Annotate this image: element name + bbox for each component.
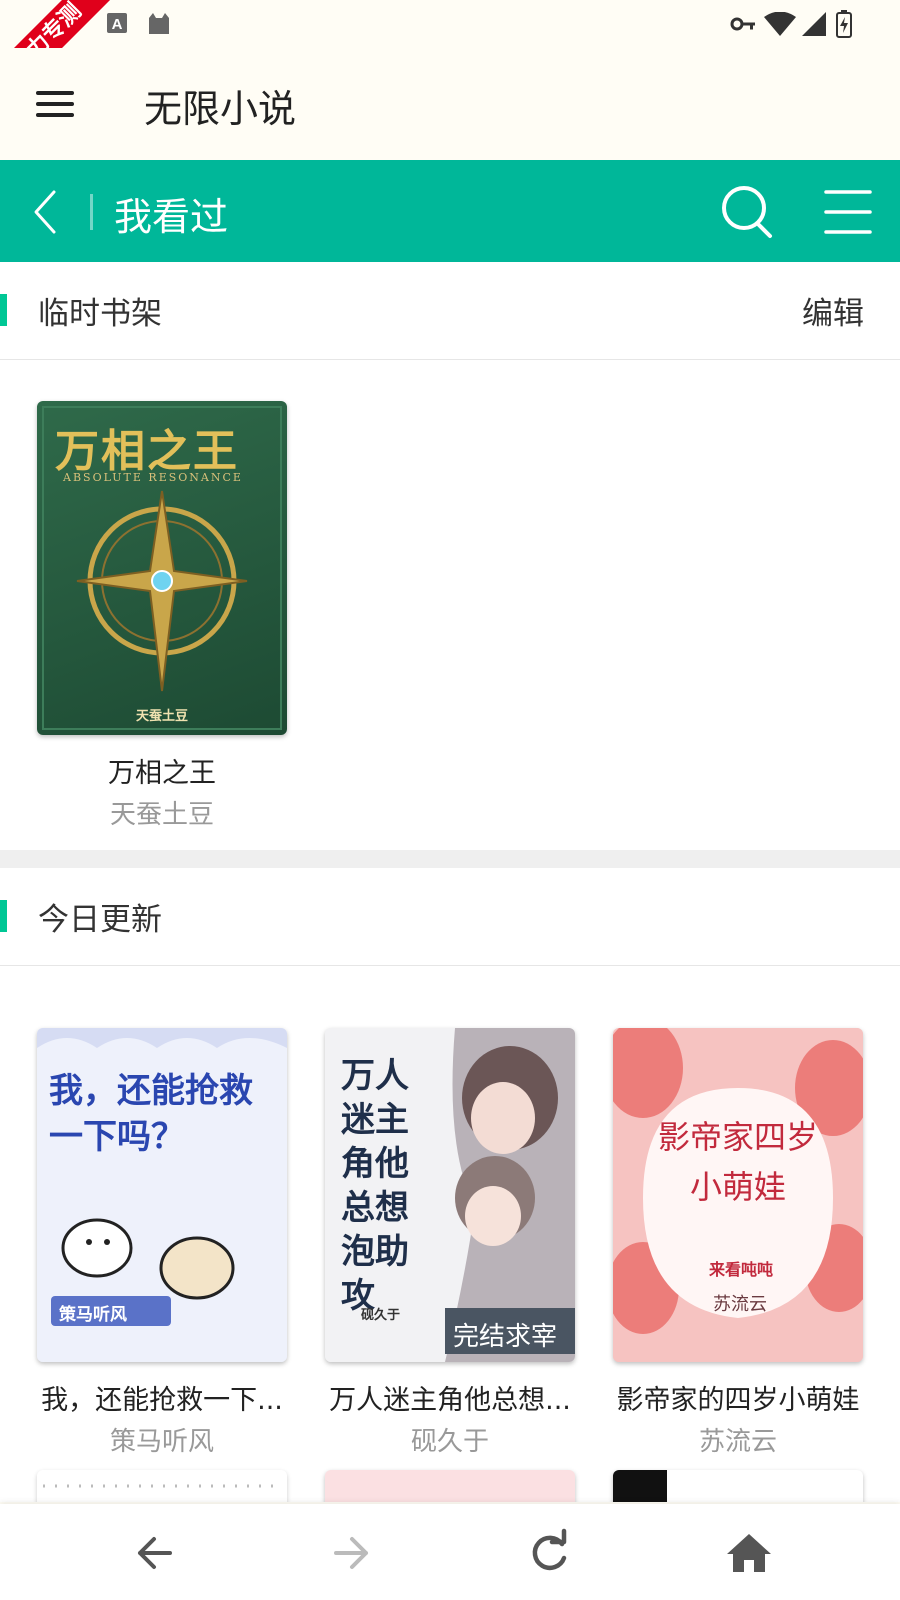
cover-title: 万相之王 bbox=[55, 426, 239, 477]
book-cover[interactable]: 影帝家四岁小萌娃 来看吨吨 苏流云 bbox=[613, 1028, 863, 1362]
cover-title: 万人迷主角他总想泡助攻 bbox=[341, 1056, 409, 1316]
cover-title: 我，还能抢救一下吗？ bbox=[49, 1071, 253, 1157]
battery-icon bbox=[836, 10, 852, 38]
update-book-card[interactable]: 我，还能抢救一下吗？ 策马听风 我，还能抢救一下... 策马听风 bbox=[37, 1028, 287, 1468]
book-cover[interactable]: 万人迷主角他总想泡助攻 完结求宰 砚久于 bbox=[325, 1028, 575, 1362]
home-button[interactable] bbox=[724, 1528, 774, 1578]
update-book-card[interactable]: 影帝家四岁小萌娃 来看吨吨 苏流云 影帝家的四岁小萌娃 苏流云 bbox=[613, 1028, 863, 1468]
today-updates-title: 今日更新 bbox=[38, 902, 162, 938]
temp-shelf-title: 临时书架 bbox=[38, 296, 162, 332]
arrow-right-icon bbox=[334, 1537, 368, 1569]
status-bar: A 圣力专测 bbox=[0, 0, 900, 112]
today-updates-header: 今日更新 bbox=[0, 868, 900, 966]
menu-icon bbox=[36, 91, 74, 95]
notification-a-icon: A bbox=[107, 13, 127, 33]
book-title[interactable]: 影帝家的四岁小萌娃 bbox=[613, 1378, 863, 1417]
forward-nav-button[interactable] bbox=[326, 1528, 376, 1578]
drawer-menu-button[interactable] bbox=[28, 78, 84, 128]
book-cover-partial[interactable] bbox=[37, 1470, 287, 1502]
book-cover[interactable]: 我，还能抢救一下吗？ 策马听风 bbox=[37, 1028, 287, 1362]
cover-art bbox=[43, 1484, 281, 1488]
cover-subtitle: ABSOLUTE RESONANCE bbox=[63, 471, 243, 484]
vpn-key-icon bbox=[730, 17, 755, 31]
book-author: 苏流云 bbox=[698, 1427, 777, 1457]
book-title[interactable]: 万相之王 bbox=[37, 751, 287, 790]
book-author: 天蚕土豆 bbox=[109, 800, 214, 830]
section-divider bbox=[0, 850, 900, 868]
update-book-card[interactable]: 万人迷主角他总想泡助攻 完结求宰 砚久于 万人迷主角他总想... 砚久于 bbox=[325, 1028, 575, 1468]
section-accent-bar bbox=[0, 900, 7, 932]
bottom-nav bbox=[0, 1504, 900, 1600]
nav-header: 我看过 bbox=[0, 160, 900, 262]
book-author: 砚久于 bbox=[410, 1427, 489, 1457]
app-title: 无限小说 bbox=[144, 87, 297, 131]
cover-author: 苏流云 bbox=[713, 1294, 767, 1315]
home-icon bbox=[727, 1534, 771, 1572]
shelf-book-card[interactable]: 万相之王 ABSOLUTE RESONANCE 天蚕土豆 万相之王 天蚕土豆 bbox=[37, 401, 287, 841]
app-bar: 无限小说 bbox=[0, 48, 900, 160]
refresh-icon bbox=[532, 1528, 567, 1571]
cover-title: 影帝家四岁小萌娃 bbox=[657, 1118, 818, 1206]
list-icon bbox=[824, 190, 872, 234]
back-nav-button[interactable] bbox=[130, 1528, 180, 1578]
svg-text:A: A bbox=[112, 16, 123, 33]
back-button[interactable] bbox=[22, 184, 78, 240]
edit-button[interactable]: 编辑 bbox=[802, 288, 864, 333]
signal-icon bbox=[802, 12, 826, 36]
temp-shelf-header: 临时书架 编辑 bbox=[0, 262, 900, 360]
menu-icon-line bbox=[36, 102, 74, 106]
book-cover[interactable]: 万相之王 ABSOLUTE RESONANCE 天蚕土豆 bbox=[37, 401, 287, 735]
list-menu-button[interactable] bbox=[820, 184, 878, 240]
cover-author: 天蚕土豆 bbox=[135, 709, 188, 724]
wifi-icon bbox=[764, 12, 796, 36]
page-title: 我看过 bbox=[114, 195, 229, 239]
arrow-left-icon bbox=[138, 1537, 172, 1569]
search-button[interactable] bbox=[718, 182, 776, 240]
cover-subtitle: 来看吨吨 bbox=[709, 1260, 774, 1279]
cat-icon bbox=[149, 13, 169, 34]
refresh-button[interactable] bbox=[524, 1528, 574, 1578]
book-cover-partial[interactable] bbox=[325, 1470, 575, 1502]
book-title[interactable]: 万人迷主角他总想... bbox=[325, 1378, 575, 1417]
search-icon bbox=[722, 186, 772, 238]
cover-art bbox=[613, 1470, 667, 1502]
cover-badge: 完结求宰 bbox=[453, 1322, 558, 1352]
back-icon bbox=[34, 190, 56, 234]
menu-icon-line bbox=[36, 113, 74, 117]
book-cover-partial[interactable] bbox=[613, 1470, 863, 1502]
section-accent-bar bbox=[0, 294, 7, 326]
content-area[interactable]: 临时书架 编辑 万相之王 ABSOLUTE RESONANCE 天蚕土豆 万相之… bbox=[0, 262, 900, 1502]
nav-divider bbox=[90, 194, 93, 230]
book-title[interactable]: 我，还能抢救一下... bbox=[37, 1378, 287, 1417]
cover-author: 策马听风 bbox=[59, 1305, 127, 1325]
book-author: 策马听风 bbox=[109, 1427, 214, 1457]
cover-author: 砚久于 bbox=[361, 1308, 401, 1323]
